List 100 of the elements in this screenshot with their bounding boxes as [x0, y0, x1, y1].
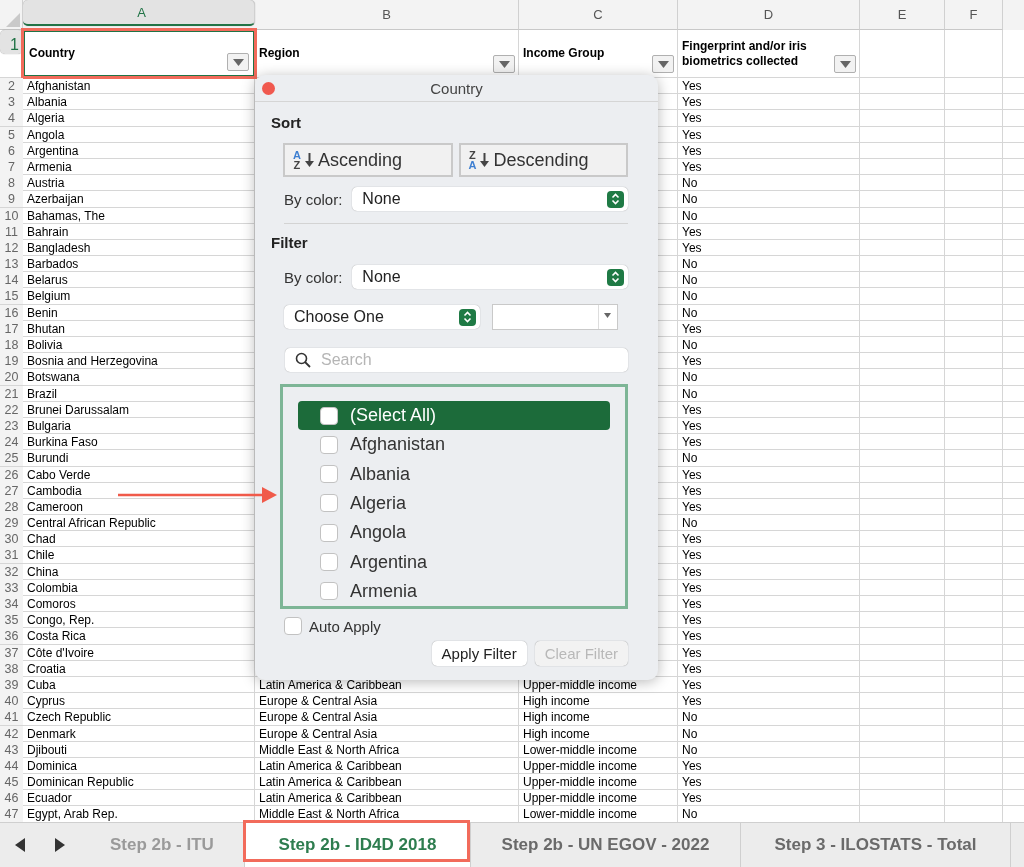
- row-number: 46: [0, 790, 23, 807]
- column-header[interactable]: A: [23, 0, 255, 26]
- section-heading: Filter: [271, 234, 309, 251]
- table-cell: Yes: [682, 628, 702, 645]
- table-cell: Cambodia: [27, 482, 82, 499]
- table-cell: Costa Rica: [27, 628, 86, 645]
- table-cell: Yes: [682, 110, 702, 127]
- row-number: 19: [0, 353, 23, 370]
- sort-button[interactable]: Z A Descending: [458, 143, 628, 177]
- table-cell: No: [682, 450, 698, 467]
- condition-select[interactable]: Choose One: [284, 305, 480, 329]
- table-cell: No: [682, 741, 698, 758]
- table-cell: Yes: [682, 434, 702, 451]
- table-cell: Czech Republic: [27, 709, 112, 726]
- table-cell: High income: [523, 725, 590, 742]
- table-cell: No: [682, 175, 698, 192]
- search-icon: [295, 352, 311, 368]
- caret-icon: [498, 60, 510, 68]
- filter-list-item[interactable]: Angola: [298, 518, 610, 548]
- row-number: 40: [0, 693, 23, 710]
- filter-list-item[interactable]: Argentina: [298, 547, 610, 577]
- row-number: 31: [0, 547, 23, 564]
- filter-list-item[interactable]: Afghanistan: [298, 430, 610, 460]
- table-cell: No: [682, 725, 698, 742]
- table-cell: Austria: [27, 175, 65, 192]
- row-number: 30: [0, 531, 23, 548]
- down-arrow-icon: [480, 153, 490, 167]
- table-cell: Europe & Central Asia: [259, 725, 378, 742]
- checkbox[interactable]: [320, 435, 338, 454]
- table-cell: Latin America & Caribbean: [259, 790, 402, 807]
- checkbox[interactable]: [320, 494, 338, 513]
- table-cell: Yes: [682, 223, 702, 240]
- table-cell: Belarus: [27, 272, 68, 289]
- checkbox[interactable]: [320, 582, 338, 601]
- select-all-corner-icon[interactable]: [6, 13, 20, 27]
- table-cell: Bangladesh: [27, 239, 91, 256]
- table-cell: Latin America & Caribbean: [259, 774, 402, 791]
- table-cell: Barbados: [27, 256, 79, 273]
- sheet-tab[interactable]: Step 2b - UN EGOV - 2022: [471, 823, 741, 867]
- table-cell: Dominican Republic: [27, 774, 134, 791]
- table-cell: Yes: [682, 757, 702, 774]
- table-cell: Yes: [682, 498, 702, 515]
- table-header-cell: Country: [29, 46, 75, 61]
- sheet-tab[interactable]: Step 2b - ID4D 2018: [245, 823, 471, 867]
- table-cell: Latin America & Caribbean: [259, 757, 402, 774]
- table-cell: Yes: [682, 693, 702, 710]
- table-cell: Djibouti: [27, 741, 68, 758]
- row-number: 35: [0, 612, 23, 629]
- table-cell: Angola: [27, 126, 65, 143]
- table-cell: Europe & Central Asia: [259, 709, 378, 726]
- table-cell: Bolivia: [27, 337, 63, 353]
- table-cell: Middle East & North Africa: [259, 806, 400, 823]
- close-button[interactable]: [262, 82, 275, 95]
- search-field[interactable]: Search: [285, 348, 628, 372]
- filter-list-item[interactable]: Albania: [298, 459, 610, 489]
- sort-button[interactable]: A Z Ascending: [283, 143, 453, 177]
- table-cell: Cuba: [27, 676, 56, 693]
- filter-dropdown-button[interactable]: [834, 55, 856, 73]
- filter-dropdown-button[interactable]: [493, 55, 515, 73]
- row-number: 1: [0, 30, 23, 54]
- table-cell: Yes: [682, 126, 702, 143]
- filter-list-item[interactable]: Armenia: [298, 576, 610, 606]
- table-header-cell-text: Fingerprint and/or iris biometrics collected: [682, 38, 808, 69]
- checkbox[interactable]: [320, 553, 338, 572]
- color-select[interactable]: None: [352, 187, 628, 211]
- row-number: 47: [0, 806, 23, 823]
- checkbox[interactable]: [320, 406, 338, 425]
- table-cell: Yes: [682, 612, 702, 629]
- table-cell: Yes: [682, 774, 702, 791]
- color-select[interactable]: None: [352, 265, 628, 289]
- table-cell: Upper-middle income: [523, 676, 638, 693]
- checkbox[interactable]: [320, 523, 338, 542]
- value-combo-field[interactable]: [492, 304, 618, 330]
- row-number: 18: [0, 337, 23, 353]
- next-sheet-button[interactable]: [55, 838, 65, 852]
- caret-icon: [657, 60, 669, 68]
- filter-list-item[interactable]: (Select All): [298, 401, 610, 431]
- table-cell: Côte d'Ivoire: [27, 644, 94, 661]
- row-number: 2: [0, 78, 23, 94]
- table-header-cell: Income Group: [523, 46, 605, 61]
- table-cell: No: [682, 207, 698, 224]
- filter-dropdown-button[interactable]: [227, 53, 249, 71]
- table-cell: Yes: [682, 660, 702, 677]
- filter-action-button[interactable]: Apply Filter: [431, 641, 527, 666]
- checkbox[interactable]: [320, 465, 338, 484]
- filter-list-item[interactable]: Algeria: [298, 488, 610, 519]
- table-cell: No: [682, 337, 698, 353]
- checkbox[interactable]: [284, 617, 302, 635]
- table-cell: No: [682, 515, 698, 532]
- table-cell: Upper-middle income: [523, 790, 638, 807]
- previous-sheet-button[interactable]: [15, 838, 25, 852]
- down-arrow-icon: [304, 153, 314, 167]
- filter-dropdown-button[interactable]: [652, 55, 674, 73]
- table-cell: Colombia: [27, 579, 78, 596]
- table-cell: Chile: [27, 547, 55, 564]
- table-cell: Brazil: [27, 385, 57, 402]
- sheet-tab[interactable]: Step 3 - ILOSTATS - Total: [741, 823, 1011, 867]
- table-cell: Botswana: [27, 369, 80, 386]
- row-number: 4: [0, 110, 23, 127]
- table-cell: Upper-middle income: [523, 757, 638, 774]
